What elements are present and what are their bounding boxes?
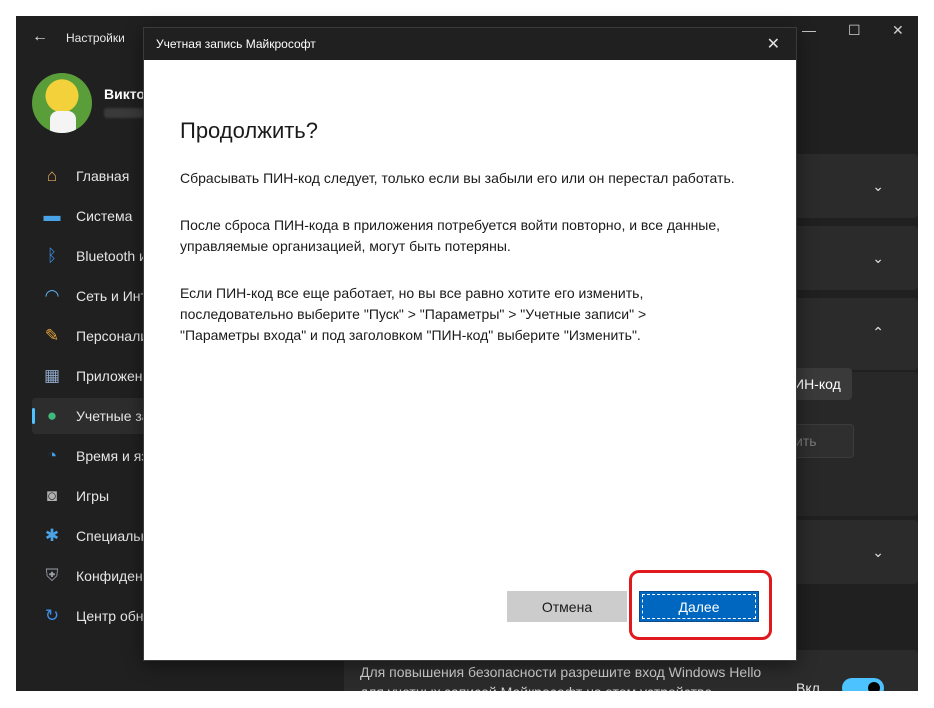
sidebar-item[interactable]: ⛨ Конфиден xyxy=(32,558,152,594)
disabled-action-button: ить xyxy=(788,424,854,458)
bluetooth-icon: ᛒ xyxy=(46,246,58,265)
window-close-icon[interactable]: ✕ xyxy=(892,22,904,39)
dialog-titlebar: Учетная запись Майкрософт ✕ xyxy=(144,28,796,60)
sidebar-item-label: Система xyxy=(76,208,133,224)
sidebar-item-label: Конфиден xyxy=(76,568,143,584)
sidebar-item-label: Bluetooth и xyxy=(76,248,147,264)
confirm-dialog: Учетная запись Майкрософт ✕ Продолжить? … xyxy=(143,27,797,661)
dialog-paragraph-1: Сбрасывать ПИН-код следует, только если … xyxy=(180,170,735,186)
chevron-up-icon: ⌃ xyxy=(872,324,884,340)
hello-text-line2: для учетных записей Майкрософт на этом у… xyxy=(360,682,761,691)
user-email-blurred xyxy=(104,108,144,118)
gamepad-icon: ◙ xyxy=(46,486,58,505)
maximize-icon[interactable]: ☐ xyxy=(848,22,861,39)
wifi-icon: ◠ xyxy=(44,286,60,305)
back-arrow-icon[interactable]: ← xyxy=(32,28,48,46)
sidebar-item[interactable]: ⌂ Главная xyxy=(32,158,152,194)
dialog-paragraph-2: После сброса ПИН-кода в приложения потре… xyxy=(180,217,721,254)
chevron-down-icon: ⌄ xyxy=(872,178,884,194)
highlight-annotation xyxy=(629,570,772,640)
sidebar-item[interactable]: ● Учетные за xyxy=(32,398,152,434)
active-indicator xyxy=(32,408,35,424)
sidebar-item-label: Персонали xyxy=(76,328,149,344)
update-icon: ↻ xyxy=(44,606,60,625)
sidebar-item[interactable]: ◔ Время и яз xyxy=(32,438,152,474)
sidebar-item-label: Сеть и Инт xyxy=(76,288,147,304)
chevron-down-icon: ⌄ xyxy=(872,250,884,266)
sidebar-item[interactable]: ▬ Система xyxy=(32,198,152,234)
brush-icon: ✎ xyxy=(44,326,60,345)
user-name: Викто xyxy=(104,86,145,102)
dialog-title: Учетная запись Майкрософт xyxy=(156,37,316,51)
hello-text-line1: Для повышения безопасности разрешите вхо… xyxy=(360,664,762,680)
sidebar-item[interactable]: ᛒ Bluetooth и xyxy=(32,238,152,274)
shield-icon: ⛨ xyxy=(45,566,59,585)
sidebar-item[interactable]: ✎ Персонали xyxy=(32,318,152,354)
accessibility-icon: ✱ xyxy=(44,526,60,545)
sidebar-item[interactable]: ✱ Специальн xyxy=(32,518,152,554)
sidebar-item-label: Игры xyxy=(76,488,110,504)
cancel-button[interactable]: Отмена xyxy=(507,591,627,622)
person-icon: ● xyxy=(46,406,58,425)
home-icon: ⌂ xyxy=(46,166,58,185)
sidebar-item[interactable]: ↻ Центр обн xyxy=(32,598,152,634)
dialog-close-icon[interactable]: ✕ xyxy=(767,34,780,54)
dialog-paragraph-3: Если ПИН-код все еще работает, но вы все… xyxy=(180,285,647,343)
windows-hello-toggle[interactable] xyxy=(842,678,884,691)
settings-app-title: Настройки xyxy=(66,31,125,45)
pin-action-button[interactable]: ИН-код xyxy=(788,368,852,400)
sidebar-item[interactable]: ◠ Сеть и Инт xyxy=(32,278,152,314)
sidebar-item-label: Специальн xyxy=(76,528,149,544)
sidebar-item-label: Центр обн xyxy=(76,608,144,624)
minimize-icon[interactable]: — xyxy=(802,22,816,38)
dialog-heading: Продолжить? xyxy=(180,118,319,143)
toggle-label: Вкл xyxy=(796,680,820,691)
windows-hello-text: Для повышения безопасности разрешите вхо… xyxy=(360,662,761,691)
sidebar-item-label: Время и яз xyxy=(76,448,148,464)
sidebar-item-label: Главная xyxy=(76,168,130,184)
apps-icon: ▦ xyxy=(43,366,61,385)
sidebar-item-label: Учетные за xyxy=(76,408,150,424)
sidebar-item-label: Приложен xyxy=(76,368,143,384)
sidebar-item[interactable]: ◙ Игры xyxy=(32,478,152,514)
sidebar-item[interactable]: ▦ Приложен xyxy=(32,358,152,394)
chevron-down-icon: ⌄ xyxy=(872,544,884,560)
avatar[interactable] xyxy=(32,73,92,133)
clock-globe-icon: ◔ xyxy=(46,446,58,465)
monitor-icon: ▬ xyxy=(43,206,61,225)
